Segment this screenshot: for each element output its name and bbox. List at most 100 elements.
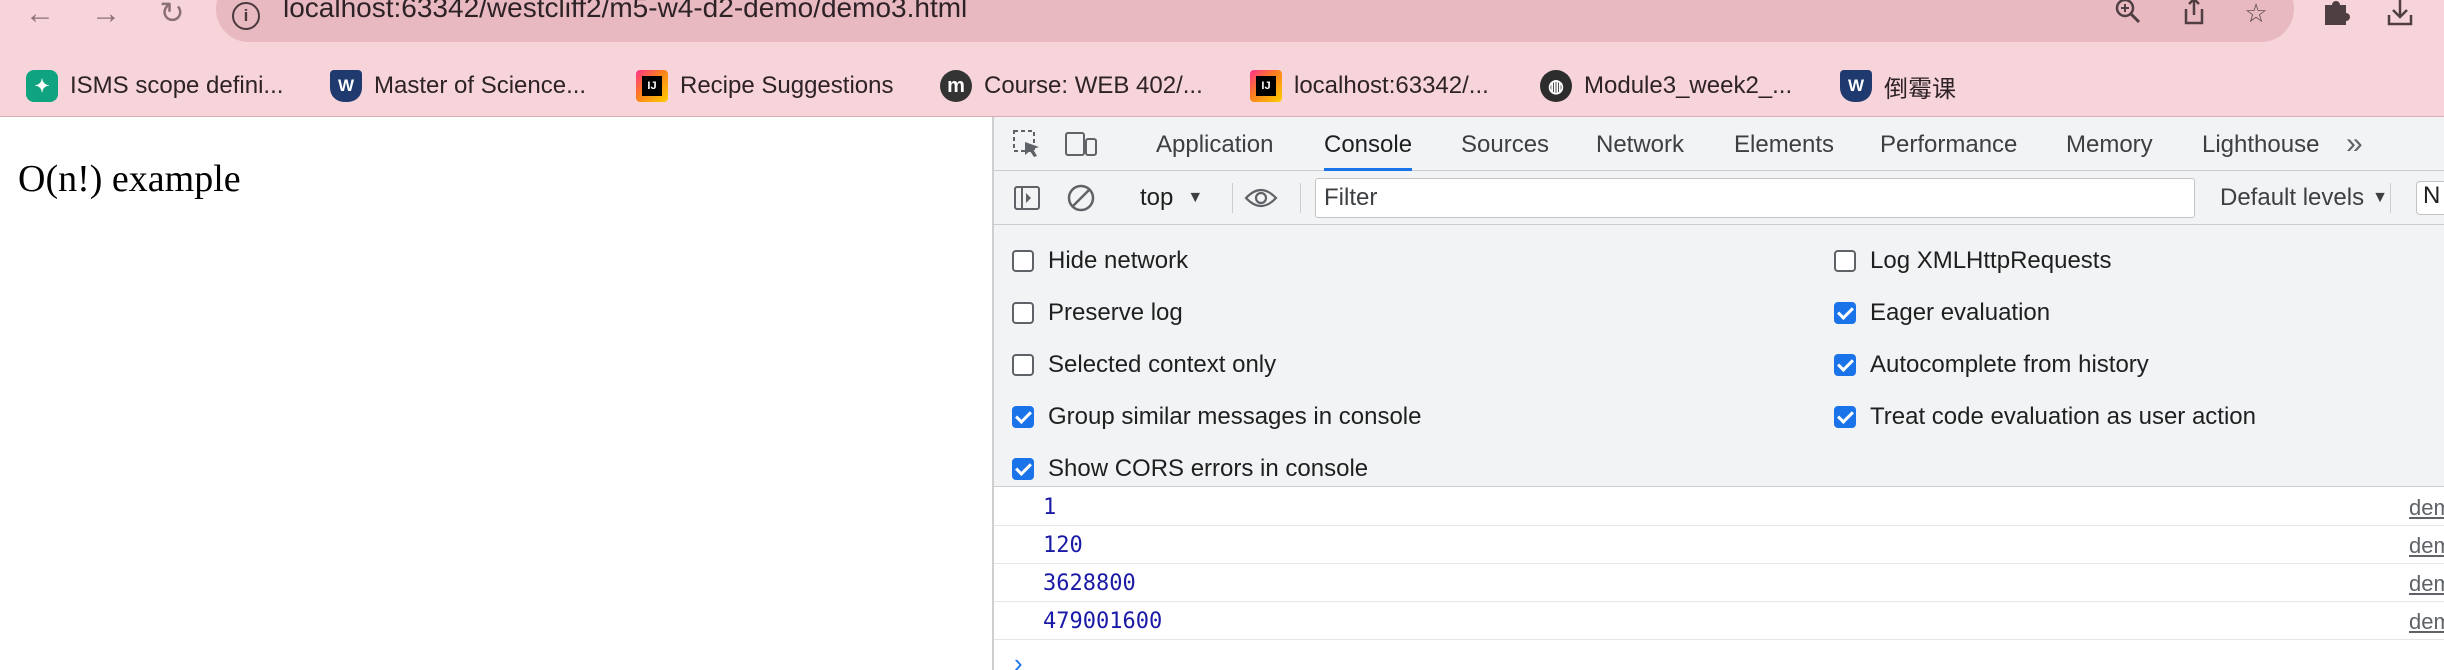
setting-label: Group similar messages in console (1048, 403, 1422, 430)
checkbox[interactable] (1012, 354, 1034, 376)
more-tabs-chevron-icon[interactable]: » (2346, 127, 2362, 161)
console-messages: 1 dem 120 dem 3628800 dem 479001600 dem … (994, 488, 2444, 670)
bookmark-label: ISMS scope defini... (70, 72, 284, 99)
setting-label: Treat code evaluation as user action (1870, 403, 2257, 430)
message-value: 1 (1043, 495, 1057, 520)
setting-eager-evaluation[interactable]: Eager evaluation (1834, 298, 2050, 328)
log-levels-label: Default levels (2220, 184, 2365, 211)
setting-preserve-log[interactable]: Preserve log (1012, 298, 1183, 328)
page-viewport: O(n!) example (0, 117, 992, 670)
bookmark-star-icon[interactable]: ☆ (2238, 0, 2274, 26)
message-source-link[interactable]: dem (2409, 609, 2444, 635)
log-levels-dropdown[interactable]: Default levels ▼ (2220, 183, 2388, 213)
setting-log-xmlhttprequests[interactable]: Log XMLHttpRequests (1834, 246, 2111, 276)
setting-label: Log XMLHttpRequests (1870, 247, 2112, 274)
forward-arrow-icon[interactable]: → (86, 0, 126, 28)
bookmark-item[interactable]: m Course: WEB 402/... (940, 69, 1203, 103)
university-shield-icon: W (330, 70, 362, 102)
bookmark-item[interactable]: W 倒霉课 (1840, 69, 1956, 103)
sidebar-toggle-icon[interactable] (1010, 183, 1044, 213)
console-message: 479001600 dem (994, 602, 2444, 640)
inspect-element-icon[interactable] (1010, 129, 1044, 159)
checkbox-checked[interactable] (1834, 354, 1856, 376)
tab-sources[interactable]: Sources (1461, 117, 1549, 171)
message-source-link[interactable]: dem (2409, 495, 2444, 521)
university-shield-icon: W (1840, 70, 1872, 102)
console-message: 3628800 dem (994, 564, 2444, 602)
setting-label: Show CORS errors in console (1048, 455, 1369, 482)
zoom-icon[interactable] (2110, 0, 2146, 26)
issues-button[interactable]: N (2416, 181, 2444, 215)
bookmark-item[interactable]: ✦ ISMS scope defini... (26, 69, 283, 103)
setting-label: Eager evaluation (1870, 299, 2051, 326)
tab-elements[interactable]: Elements (1734, 117, 1834, 171)
bookmark-item[interactable]: W Master of Science... (330, 69, 586, 103)
console-prompt-chevron-icon[interactable]: › (1014, 648, 1023, 670)
filter-input[interactable] (1315, 178, 2195, 218)
bookmark-item[interactable]: IJ Recipe Suggestions (636, 69, 893, 103)
chatgpt-icon: ✦ (26, 70, 58, 102)
checkbox[interactable] (1012, 250, 1034, 272)
bookmark-label: Master of Science... (374, 72, 587, 99)
bookmark-item[interactable]: ◍ Module3_week2_... (1540, 69, 1792, 103)
checkbox-checked[interactable] (1834, 406, 1856, 428)
setting-group-similar-messages[interactable]: Group similar messages in console (1012, 402, 1422, 432)
message-source-link[interactable]: dem (2409, 533, 2444, 559)
checkbox-checked[interactable] (1012, 406, 1034, 428)
setting-hide-network[interactable]: Hide network (1012, 246, 1188, 276)
message-source-link[interactable]: dem (2409, 571, 2444, 597)
console-message: 1 dem (994, 488, 2444, 526)
site-info-icon[interactable]: i (232, 2, 260, 30)
bookmark-label: 倒霉课 (1884, 75, 1956, 103)
message-value: 3628800 (1043, 571, 1136, 596)
devtools-panel: Application Console Sources Network Elem… (992, 117, 2444, 670)
back-arrow-icon[interactable]: ← (20, 0, 60, 28)
bookmark-label: Module3_week2_... (1584, 72, 1793, 99)
bookmark-item[interactable]: IJ localhost:63342/... (1250, 69, 1489, 103)
share-icon[interactable] (2176, 0, 2212, 26)
tab-memory[interactable]: Memory (2066, 117, 2153, 171)
setting-autocomplete-from-history[interactable]: Autocomplete from history (1834, 350, 2149, 380)
setting-label: Autocomplete from history (1870, 351, 2149, 378)
tab-console[interactable]: Console (1324, 117, 1413, 171)
setting-label: Hide network (1048, 247, 1189, 274)
bookmark-label: localhost:63342/... (1294, 72, 1489, 99)
caret-down-icon: ▼ (2372, 189, 2388, 206)
download-icon[interactable] (2382, 0, 2418, 26)
bookmark-label: Course: WEB 402/... (984, 72, 1203, 99)
tab-lighthouse[interactable]: Lighthouse (2202, 117, 2319, 171)
toolbar-divider (1300, 183, 1301, 213)
checkbox-checked[interactable] (1012, 458, 1034, 480)
context-value: top (1140, 184, 1174, 211)
browser-toolbar: ← → ↻ i localhost:63342/westcliff2/m5-w4… (0, 0, 2444, 57)
toolbar-divider (1232, 183, 1233, 213)
moodle-icon: m (940, 70, 972, 102)
bookmark-label: Recipe Suggestions (680, 72, 894, 99)
address-url[interactable]: localhost:63342/westcliff2/m5-w4-d2-demo… (283, 0, 967, 24)
setting-show-cors-errors[interactable]: Show CORS errors in console (1012, 454, 1368, 484)
tab-application[interactable]: Application (1156, 117, 1273, 171)
tab-performance[interactable]: Performance (1880, 117, 2017, 171)
message-value: 479001600 (1043, 609, 1163, 634)
setting-treat-code-evaluation[interactable]: Treat code evaluation as user action (1834, 402, 2256, 432)
clear-console-icon[interactable] (1064, 183, 1098, 213)
console-message: 120 dem (994, 526, 2444, 564)
console-settings-pane: Hide network Log XMLHttpRequests Preserv… (994, 225, 2444, 487)
jetbrains-icon: IJ (636, 70, 668, 102)
checkbox[interactable] (1012, 302, 1034, 324)
console-toolbar: top ▼ Default levels ▼ N (994, 171, 2444, 225)
live-expression-eye-icon[interactable] (1244, 183, 1278, 213)
caret-down-icon: ▼ (1187, 189, 1204, 206)
checkbox-checked[interactable] (1834, 302, 1856, 324)
context-selector[interactable]: top ▼ (1140, 183, 1203, 213)
page-title: O(n!) example (18, 158, 241, 200)
checkbox[interactable] (1834, 250, 1856, 272)
device-toolbar-icon[interactable] (1064, 129, 1098, 159)
jetbrains-icon: IJ (1250, 70, 1282, 102)
tab-network[interactable]: Network (1596, 117, 1684, 171)
toolbar-divider (2390, 183, 2391, 213)
setting-selected-context-only[interactable]: Selected context only (1012, 350, 1276, 380)
extensions-puzzle-icon[interactable] (2318, 0, 2354, 26)
reload-icon[interactable]: ↻ (152, 0, 192, 28)
setting-label: Selected context only (1048, 351, 1277, 378)
